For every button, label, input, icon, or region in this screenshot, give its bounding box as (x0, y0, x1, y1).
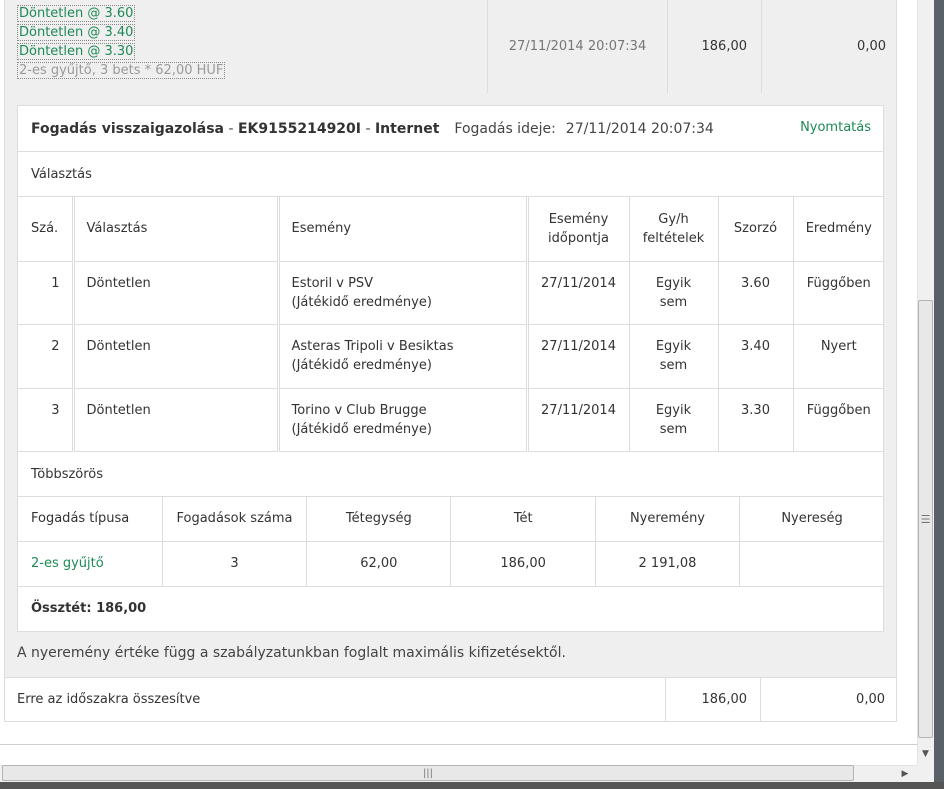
table-header-row: Fogadás típusa Fogadások száma Tétegység… (18, 496, 884, 542)
scroll-right-icon[interactable]: ▶ (897, 765, 913, 782)
horizontal-scroll-thumb[interactable]: ||| (2, 765, 854, 781)
bet-stake: 186,00 (667, 0, 761, 93)
table-row: 3 Döntetlen Torino v Club Brugge (Játékid… (18, 388, 884, 452)
grip-icon: ||| (422, 767, 434, 779)
col-event: Esemény (278, 197, 529, 262)
scrollbar-corner (917, 765, 934, 782)
bet-type-link[interactable]: 2-es gyűjtő (31, 556, 104, 571)
bet-history-row[interactable]: Döntetlen @ 3.60 Döntetlen @ 3.40 Döntet… (4, 0, 897, 93)
multiple-section-title: Többszörös (18, 452, 883, 497)
selection-table: Szá. Választás Esemény Esemény időpontja… (18, 197, 884, 452)
bet-time-label: Fogadás ideje: (454, 120, 556, 137)
confirmation-title: Fogadás visszaigazolása (31, 120, 225, 137)
col-unit-stake: Tétegység (306, 496, 452, 542)
col-number: Szá. (18, 197, 75, 262)
col-result: Eredmény (793, 197, 884, 262)
grip-icon: ☰ (920, 512, 931, 526)
table-row: 1 Döntetlen Estoril v PSV (Játékidő eredm… (18, 261, 884, 325)
total-stake: Össztét: 186,00 (31, 601, 147, 616)
selection-section-title: Választás (18, 152, 883, 197)
bet-date: 27/11/2014 20:07:34 (487, 0, 667, 93)
col-odds: Szorzó (718, 197, 794, 262)
col-bet-type: Fogadás típusa (18, 496, 163, 542)
col-each-way: Gy/h feltételek (629, 197, 719, 262)
table-row: 2-es gyűjtő 3 62,00 186,00 2 191,08 (18, 541, 884, 587)
bet-selection-list: Döntetlen @ 3.60 Döntetlen @ 3.40 Döntet… (17, 4, 487, 80)
bet-time: 27/11/2014 20:07:34 (565, 120, 714, 137)
table-header-row: Szá. Választás Esemény Esemény időpontja… (18, 197, 884, 262)
col-bet-count: Fogadások száma (162, 496, 308, 542)
confirmation-header: Fogadás visszaigazolása - EK9155214920I … (18, 106, 883, 152)
bet-summary[interactable]: 2-es gyűjtő, 3 bets * 62,00 HUF (17, 61, 487, 80)
scroll-down-icon[interactable]: ▼ (918, 746, 933, 762)
print-link[interactable]: Nyomtatás (800, 120, 871, 135)
page-content: Döntetlen @ 3.60 Döntetlen @ 3.40 Döntet… (0, 0, 917, 765)
period-summary-row: Erre az időszakra összesítve 186,00 0,00 (4, 677, 897, 722)
col-event-time: Esemény időpontja (527, 197, 630, 262)
col-profit: Nyereség (739, 496, 884, 542)
bet-reference: EK9155214920I (237, 120, 362, 137)
col-winnings: Nyeremény (595, 496, 741, 542)
payout-note: A nyeremény értéke függ a szabályzatunkb… (17, 645, 566, 661)
bet-channel: Internet (374, 120, 440, 137)
bet-return: 0,00 (761, 0, 898, 93)
selection-line[interactable]: Döntetlen @ 3.60 (17, 4, 487, 23)
multiple-table: Fogadás típusa Fogadások száma Tétegység… (18, 496, 884, 587)
period-return: 0,00 (760, 678, 896, 721)
bet-confirmation: Fogadás visszaigazolása - EK9155214920I … (17, 105, 884, 632)
window-edge (934, 0, 944, 782)
period-summary-label: Erre az időszakra összesítve (17, 692, 201, 707)
divider (0, 744, 917, 745)
col-selection: Választás (73, 197, 280, 262)
window-bottom-edge (0, 782, 944, 789)
table-row: 2 Döntetlen Asteras Tripoli v Besiktas (J… (18, 324, 884, 389)
vertical-scroll-thumb[interactable]: ☰ (918, 300, 933, 738)
col-stake: Tét (450, 496, 596, 542)
selection-line[interactable]: Döntetlen @ 3.40 (17, 23, 487, 42)
period-stake: 186,00 (665, 678, 760, 721)
selection-line[interactable]: Döntetlen @ 3.30 (17, 42, 487, 61)
